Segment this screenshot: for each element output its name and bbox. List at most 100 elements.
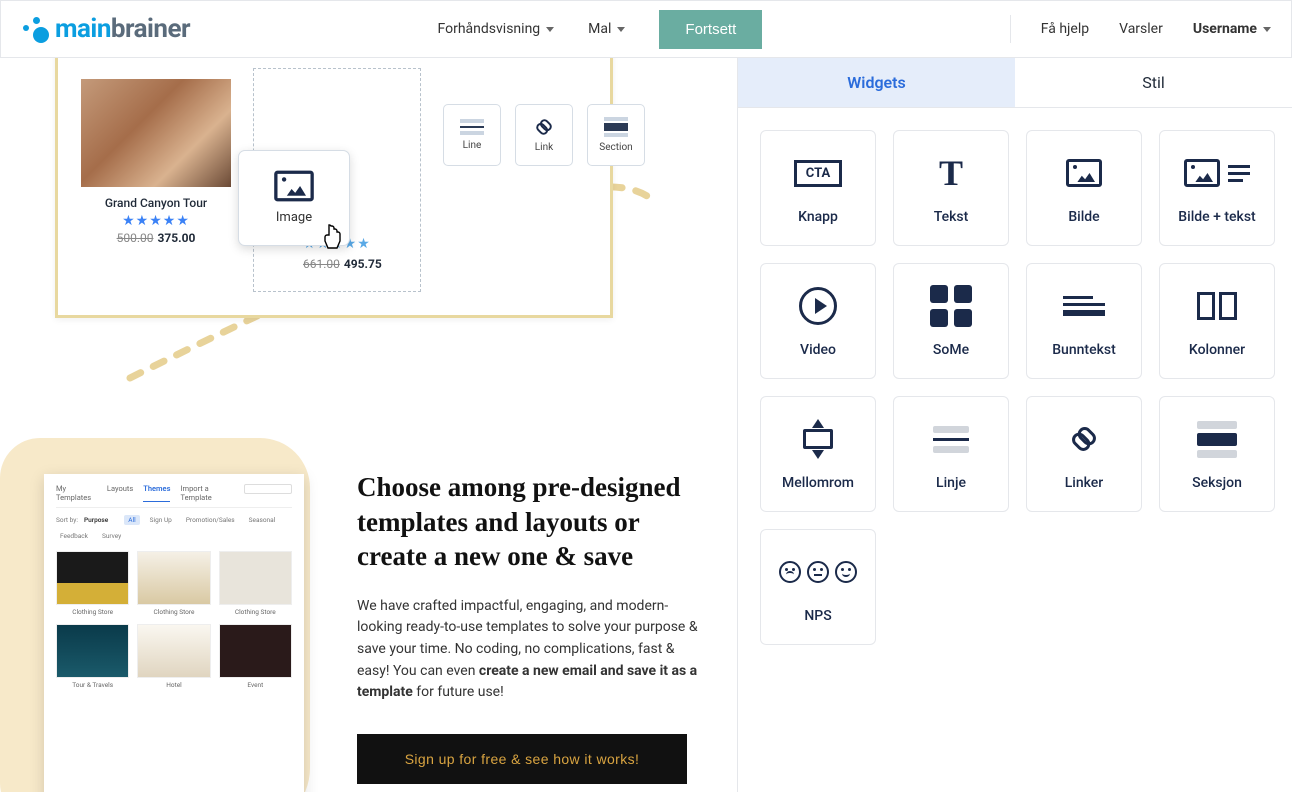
tp-card[interactable]: Clothing Store — [137, 551, 210, 616]
tp-card-caption: Tour & Travels — [56, 681, 129, 689]
widget-button[interactable]: CTA Knapp — [760, 130, 876, 246]
widget-line-label: Linje — [936, 475, 966, 491]
tp-sort-label: Sort by: — [56, 516, 78, 524]
widget-footer-label: Bunntekst — [1052, 342, 1116, 358]
user-menu[interactable]: Username — [1193, 21, 1271, 37]
widget-text[interactable]: T Tekst — [893, 130, 1009, 246]
tp-filter-chip[interactable]: Sign Up — [146, 515, 176, 525]
logo[interactable]: mainbrainer — [21, 14, 190, 44]
tp-filter-chip[interactable]: Survey — [98, 531, 125, 541]
tp-thumb — [219, 624, 292, 678]
widget-some[interactable]: SoMe — [893, 263, 1009, 379]
logo-brainer: brainer — [111, 14, 190, 44]
tp-thumb — [137, 551, 210, 605]
caret-down-icon — [617, 27, 625, 32]
mini-tool-link-label: Link — [535, 142, 553, 153]
cursor-hand-icon — [320, 223, 344, 257]
app-header: mainbrainer Forhåndsvisning Mal Fortsett… — [0, 0, 1292, 58]
template-dropdown[interactable]: Mal — [588, 21, 625, 37]
tp-card[interactable]: Tour & Travels — [56, 624, 129, 689]
cta-text: CTA — [794, 160, 842, 187]
mini-tool-link[interactable]: Link — [515, 104, 573, 166]
tp-card[interactable]: Clothing Store — [219, 551, 292, 616]
widget-links-label: Linker — [1065, 475, 1104, 491]
tp-search-input[interactable] — [244, 484, 292, 494]
tp-card[interactable]: Event — [219, 624, 292, 689]
footer-icon — [1063, 284, 1105, 328]
header-right: Få hjelp Varsler Username — [1010, 15, 1271, 43]
widget-video-label: Video — [800, 342, 836, 358]
widget-video[interactable]: Video — [760, 263, 876, 379]
widget-links[interactable]: Linker — [1026, 396, 1142, 512]
widget-section[interactable]: Seksjon — [1159, 396, 1275, 512]
tp-filter-chip[interactable]: All — [124, 515, 139, 525]
tp-tab[interactable]: Layouts — [107, 484, 133, 502]
new-price: 375.00 — [157, 231, 195, 245]
logo-dots-icon — [21, 15, 49, 43]
widget-nps[interactable]: NPS — [760, 529, 876, 645]
tp-sort-value[interactable]: Purpose — [84, 516, 108, 524]
tp-tab[interactable]: My Templates — [56, 484, 97, 502]
preview-dropdown[interactable]: Forhåndsvisning — [438, 21, 555, 37]
section-icon — [1197, 417, 1237, 461]
tp-grid: Clothing Store Clothing Store Clothing S… — [56, 551, 292, 689]
image-text-icon — [1184, 151, 1250, 195]
tab-widgets[interactable]: Widgets — [738, 58, 1015, 107]
tp-filter-chip[interactable]: Feedback — [56, 531, 92, 541]
divider — [1010, 15, 1011, 43]
template-label: Mal — [588, 21, 611, 37]
placeholder-new-price: 495.75 — [344, 257, 382, 271]
widget-some-label: SoMe — [933, 342, 969, 358]
tp-filter-chip[interactable]: Seasonal — [245, 515, 280, 525]
rating-stars: ★★★★★ — [76, 213, 236, 229]
continue-button[interactable]: Fortsett — [659, 10, 762, 49]
tp-thumb — [56, 624, 129, 678]
tp-card[interactable]: Clothing Store — [56, 551, 129, 616]
tp-tab-active[interactable]: Themes — [143, 484, 170, 502]
widget-image[interactable]: Bilde — [1026, 130, 1142, 246]
showcase-area: Grand Canyon Tour ★★★★★ 500.00375.00 ★★★… — [0, 58, 737, 792]
widget-image-text-label: Bilde + tekst — [1178, 209, 1255, 225]
widget-footer[interactable]: Bunntekst — [1026, 263, 1142, 379]
tp-thumb — [219, 551, 292, 605]
caret-down-icon — [1263, 27, 1271, 32]
product-card: Grand Canyon Tour ★★★★★ 500.00375.00 — [76, 79, 236, 245]
signup-button[interactable]: Sign up for free & see how it works! — [357, 734, 687, 784]
tp-filter-chip[interactable]: Promotion/Sales — [182, 515, 239, 525]
link-icon — [534, 117, 553, 136]
username-label: Username — [1193, 21, 1257, 37]
widget-columns[interactable]: Kolonner — [1159, 263, 1275, 379]
product-image — [81, 79, 231, 187]
widget-columns-label: Kolonner — [1189, 342, 1245, 358]
mini-tool-section-label: Section — [599, 142, 632, 153]
templates-panel-preview: My Templates Layouts Themes Import a Tem… — [44, 474, 304, 792]
text-icon: T — [939, 151, 963, 195]
widget-image-label: Bilde — [1068, 209, 1099, 225]
tp-card-caption: Clothing Store — [56, 608, 129, 616]
mini-tool-section[interactable]: Section — [587, 104, 645, 166]
tp-card[interactable]: Hotel — [137, 624, 210, 689]
help-link[interactable]: Få hjelp — [1041, 21, 1089, 37]
caret-down-icon — [546, 27, 554, 32]
spacer-icon — [803, 417, 833, 461]
dragging-widget-label: Image — [276, 210, 312, 225]
tp-tab[interactable]: Import a Template — [180, 484, 233, 502]
tp-tabs: My Templates Layouts Themes Import a Tem… — [56, 484, 292, 508]
widget-line[interactable]: Linje — [893, 396, 1009, 512]
widget-spacer[interactable]: Mellomrom — [760, 396, 876, 512]
hero-body-c: for future use! — [413, 684, 504, 700]
mini-tool-line[interactable]: Line — [443, 104, 501, 166]
tp-thumb — [137, 624, 210, 678]
logo-main: main — [55, 14, 111, 44]
tab-style[interactable]: Stil — [1015, 58, 1292, 107]
tp-thumb — [56, 551, 129, 605]
image-icon — [1066, 151, 1102, 195]
play-icon — [799, 284, 837, 328]
alerts-link[interactable]: Varsler — [1119, 21, 1163, 37]
widget-section-label: Seksjon — [1192, 475, 1242, 491]
link-icon — [1073, 417, 1095, 461]
widget-image-text[interactable]: Bilde + tekst — [1159, 130, 1275, 246]
mini-tool-line-label: Line — [463, 140, 482, 151]
widget-text-label: Tekst — [934, 209, 969, 225]
line-icon — [460, 119, 484, 135]
